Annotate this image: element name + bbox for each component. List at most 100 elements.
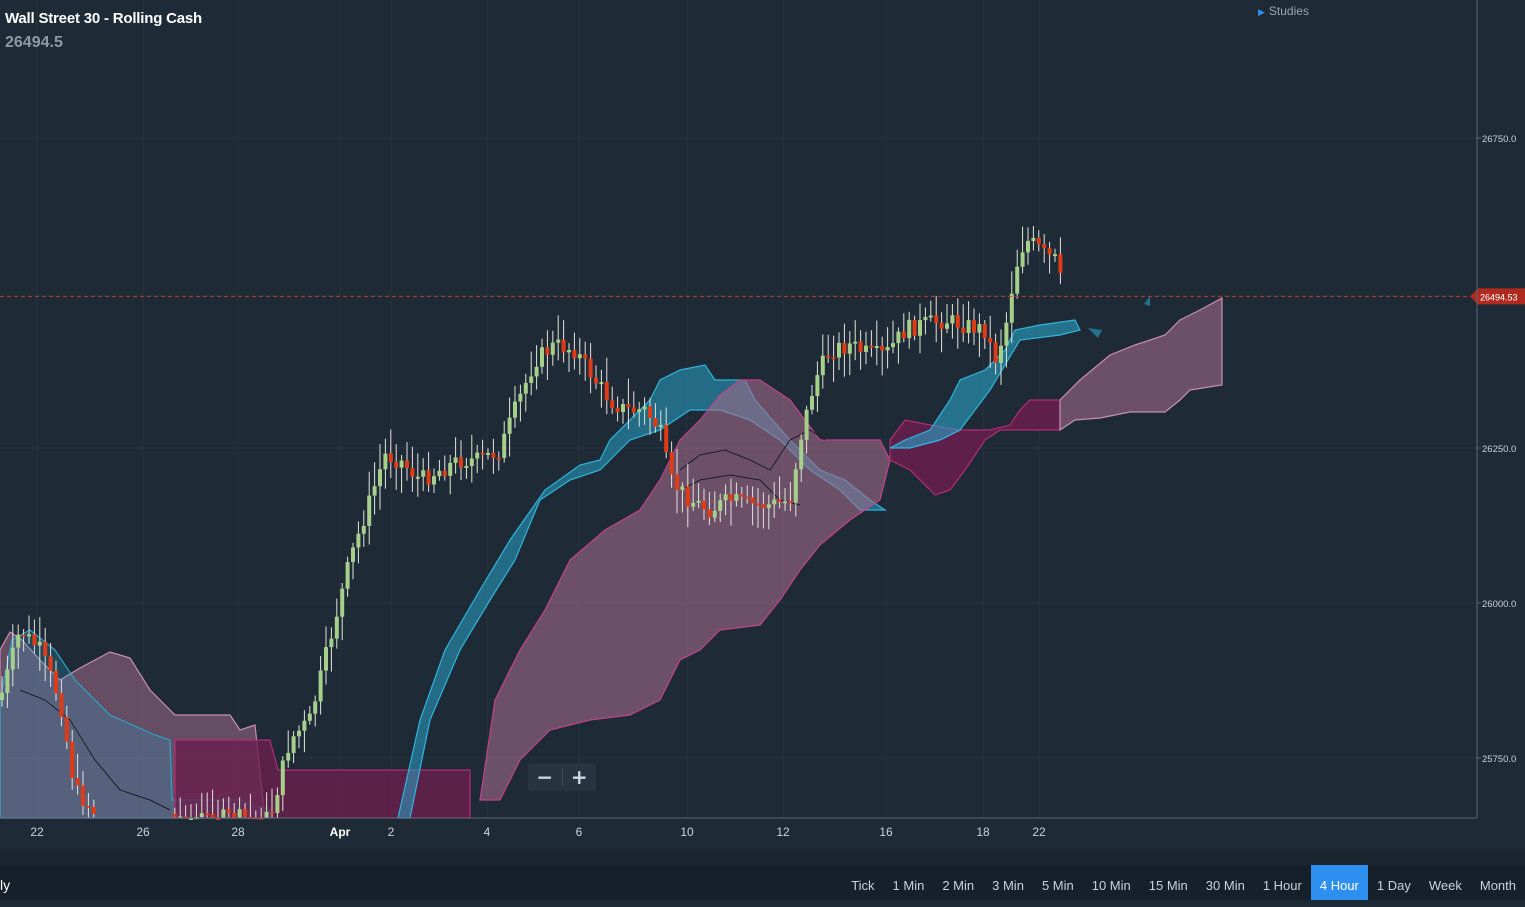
candle-bear [664, 425, 669, 453]
candle-bull [804, 409, 809, 440]
candle-bear [1058, 254, 1063, 273]
candle-bull [577, 354, 582, 359]
candle-bear [59, 693, 64, 718]
candle-bear [410, 467, 415, 477]
candle-bull [475, 452, 480, 459]
candle-bear [988, 338, 993, 343]
cloud-bull-tail [1088, 328, 1102, 338]
candle-bull [928, 315, 933, 318]
timeframe-month[interactable]: Month [1471, 865, 1525, 900]
candle-bull [621, 404, 625, 413]
instrument-title: Wall Street 30 - Rolling Cash [5, 10, 203, 27]
candle-bull [356, 533, 361, 548]
candle-bull [864, 345, 868, 352]
studies-toggle[interactable]: ▶ Studies [1258, 4, 1309, 18]
candle-bear [426, 470, 431, 485]
candle-bull [264, 811, 269, 818]
candle-bear [707, 509, 712, 518]
expand-arrow-icon: ▶ [1258, 7, 1265, 17]
x-tick-label: 26 [136, 825, 150, 839]
timeframe-1-day[interactable]: 1 Day [1368, 865, 1420, 900]
cloud-bear [1059, 296, 1223, 432]
candle-bull [874, 346, 879, 349]
candle-bear [172, 813, 177, 818]
candle-bear [631, 407, 636, 413]
candle-bull [540, 347, 544, 367]
candle-bull [945, 323, 949, 329]
candle-bull [415, 476, 420, 479]
y-tick-label: 26000.0 [1482, 599, 1516, 610]
zoom-out-button[interactable]: − [528, 763, 562, 791]
timeframe-tick[interactable]: Tick [842, 865, 883, 900]
candle-bull [399, 460, 404, 468]
candle-bull [1020, 252, 1025, 267]
candle-bear [912, 319, 917, 336]
candle-bull [340, 588, 345, 617]
price-chart[interactable]: 26494.5326750.026250.026000.025750.022 26… [0, 0, 1525, 900]
candle-bear [243, 809, 247, 817]
candle-bull [556, 339, 561, 343]
candle-bull [820, 355, 825, 376]
candle-bull [437, 470, 442, 477]
candle-bull [523, 382, 528, 394]
candle-bull [10, 647, 15, 670]
candle-bull [793, 469, 798, 503]
zoom-in-button[interactable]: + [562, 763, 596, 791]
candle-bear [405, 460, 409, 468]
candle-bear [572, 350, 577, 359]
timeframe-bar: ly Tick 1 Min 2 Min 3 Min 5 Min 10 Min 15 Min 3… [0, 865, 1525, 900]
x-tick-label: 22 [1032, 825, 1046, 839]
x-tick-label: 6 [576, 825, 583, 839]
timeframe-1-min[interactable]: 1 Min [884, 865, 934, 900]
candle-bear [750, 497, 755, 504]
cloud-bear-main [479, 379, 891, 801]
candle-bear [675, 474, 679, 491]
candle-bear [739, 494, 744, 497]
candle-bull [37, 641, 42, 646]
x-tick-label: 4 [484, 825, 491, 839]
candle-bull [361, 525, 366, 534]
candle-bull [275, 795, 280, 814]
candle-bear [70, 741, 75, 779]
candle-bear [788, 501, 793, 504]
candle-bear [394, 462, 399, 468]
timeframe-3-min[interactable]: 3 Min [983, 865, 1033, 900]
candle-bull [637, 409, 642, 413]
candle-bear [955, 315, 960, 328]
candle-bull [966, 320, 971, 333]
candle-bull [712, 510, 717, 518]
candle-bear [1042, 244, 1047, 249]
timeframe-2-min[interactable]: 2 Min [933, 865, 983, 900]
candle-bull [799, 439, 804, 470]
candle-bear [561, 339, 566, 353]
candle-bull [432, 476, 436, 485]
x-tick-label: 18 [976, 825, 990, 839]
candle-bull [286, 752, 291, 761]
candle-bear [615, 408, 620, 413]
candle-bear [226, 809, 231, 813]
candle-bear [982, 324, 987, 339]
candle-bull [199, 813, 204, 818]
last-price: 26494.5 [5, 34, 63, 51]
candle-bear [869, 345, 874, 348]
candle-bull [469, 458, 474, 466]
timeframe-week[interactable]: Week [1420, 865, 1471, 900]
timeframe-1-hour[interactable]: 1 Hour [1254, 865, 1311, 900]
cloud-bear-dark [174, 739, 471, 819]
timeframe-5-min[interactable]: 5 Min [1033, 865, 1083, 900]
timeframe-10-min[interactable]: 10 Min [1083, 865, 1140, 900]
candle-bear [729, 494, 733, 501]
candle-bear [1047, 248, 1052, 255]
candle-bear [842, 342, 847, 354]
timeframe-15-min[interactable]: 15 Min [1140, 865, 1197, 900]
candle-bear [270, 811, 274, 814]
timeframe-4-hour[interactable]: 4 Hour [1310, 865, 1368, 900]
candle-bear [480, 452, 485, 455]
candle-bull [718, 500, 723, 511]
timeframe-30-min[interactable]: 30 Min [1197, 865, 1254, 900]
candle-bull [345, 562, 350, 589]
candle-bear [81, 785, 85, 806]
candle-bull [16, 634, 21, 648]
x-tick-label: 12 [776, 825, 790, 839]
candle-bull [502, 433, 507, 458]
